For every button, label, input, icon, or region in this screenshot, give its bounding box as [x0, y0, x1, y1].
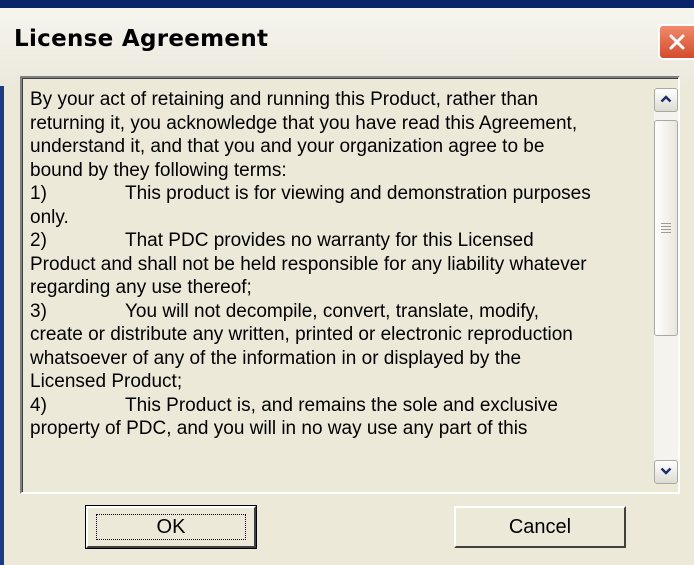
scroll-down-button[interactable]	[654, 460, 678, 484]
cancel-button-label: Cancel	[508, 515, 572, 538]
clause-number: 3)	[30, 300, 47, 322]
close-x-icon	[668, 33, 686, 51]
title-bar[interactable]: License Agreement	[0, 0, 694, 86]
license-line: Licensed Product;	[30, 370, 650, 394]
license-dialog: License Agreement By your act of retaini…	[0, 0, 694, 565]
line-text: only.	[30, 206, 69, 228]
clause-number: 1)	[30, 183, 47, 204]
license-line: regarding any use thereof;	[30, 276, 650, 300]
license-text-panel: By your act of retaining and running thi…	[20, 76, 680, 494]
license-line: Product and shall not be held responsibl…	[30, 253, 650, 277]
license-line: understand it, and that you and your org…	[30, 135, 650, 159]
license-line: bound by they following terms:	[30, 159, 650, 183]
close-button[interactable]	[658, 24, 694, 60]
license-line: 2) That PDC provides no warranty for this…	[30, 229, 650, 253]
cancel-button[interactable]: Cancel	[454, 506, 626, 548]
license-line: only.	[30, 206, 650, 230]
vertical-scrollbar[interactable]	[654, 88, 678, 484]
line-text: regarding any use thereof;	[30, 277, 252, 298]
license-text: By your act of retaining and running thi…	[30, 88, 650, 488]
chevron-down-icon	[660, 463, 672, 481]
line-text: That PDC provides no warranty for this L…	[125, 230, 534, 251]
line-text: whatsoever of any of the information in …	[30, 347, 522, 369]
line-text: bound by they following terms:	[30, 159, 287, 181]
scroll-up-button[interactable]	[654, 88, 678, 112]
grip-icon	[661, 223, 671, 235]
window-edge	[0, 86, 4, 565]
line-text: By your act of retaining and running thi…	[30, 89, 539, 110]
license-line: returning it, you acknowledge that you h…	[30, 112, 650, 136]
license-line: 3) You will not decompile, convert, trans…	[30, 300, 650, 324]
clause-number: 4)	[30, 394, 47, 416]
scroll-thumb[interactable]	[654, 120, 678, 336]
line-text: returning it, you acknowledge that you h…	[30, 112, 578, 134]
clause-number: 2)	[30, 230, 47, 251]
line-text: Product and shall not be held responsibl…	[30, 253, 587, 275]
license-line: property of PDC, and you will in no way …	[30, 417, 650, 441]
license-line: 4) This Product is, and remains the sole …	[30, 394, 650, 418]
license-line: By your act of retaining and running thi…	[30, 88, 650, 112]
line-text: property of PDC, and you will in no way …	[30, 418, 528, 439]
dialog-title: License Agreement	[14, 26, 269, 52]
line-text: understand it, and that you and your org…	[30, 136, 545, 157]
line-text: You will not decompile, convert, transla…	[125, 300, 539, 322]
line-text: create or distribute any written, printe…	[30, 324, 573, 345]
line-text: This Product is, and remains the sole an…	[125, 394, 558, 416]
ok-button[interactable]: OK	[85, 505, 257, 549]
focus-ring	[96, 514, 246, 540]
license-line: 1) This product is for viewing and demons…	[30, 182, 650, 206]
license-line: whatsoever of any of the information in …	[30, 347, 650, 371]
license-line: create or distribute any written, printe…	[30, 323, 650, 347]
line-text: Licensed Product;	[30, 371, 183, 392]
chevron-up-icon	[660, 91, 672, 109]
line-text: This product is for viewing and demonstr…	[125, 183, 591, 204]
